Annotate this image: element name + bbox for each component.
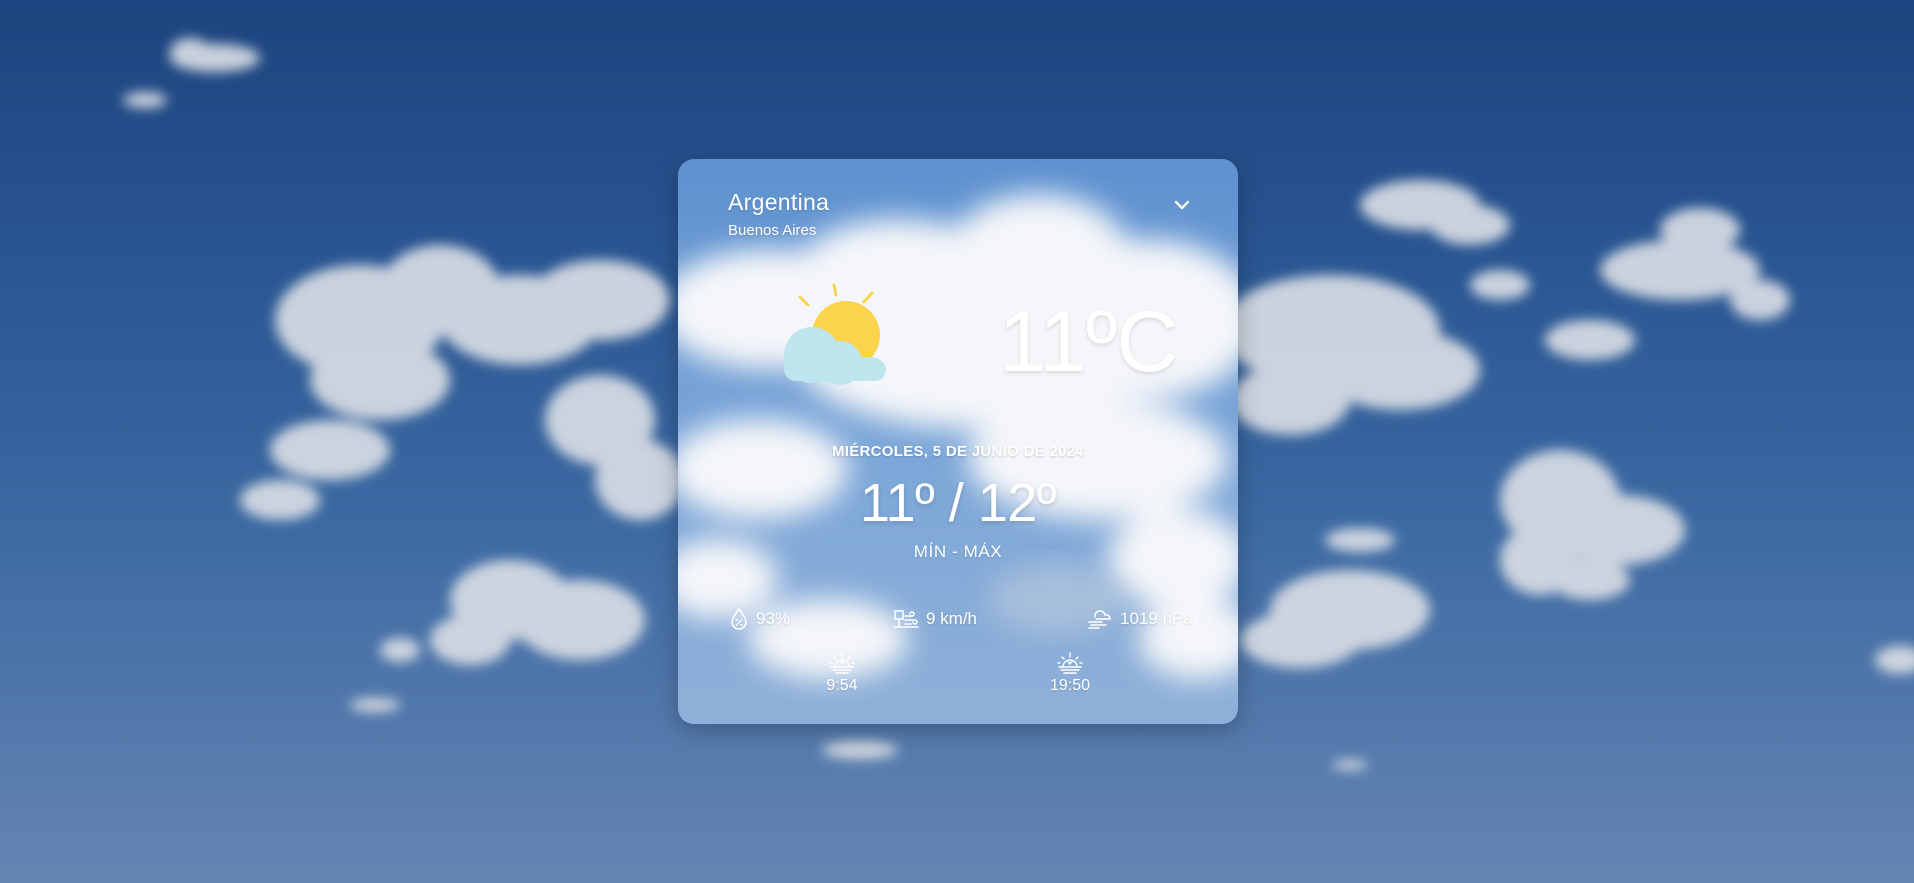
location-dropdown-toggle[interactable]: [1170, 193, 1194, 217]
min-max-label: MÍN - MÁX: [913, 542, 1003, 561]
humidity-drop-icon: [731, 607, 747, 630]
pressure-stat: 1019 hPa: [1086, 605, 1193, 633]
condition-display: [760, 277, 900, 402]
pressure-value: 1019 hPa: [1120, 609, 1193, 628]
country-name: Argentina: [728, 189, 830, 215]
wind-stat: 9 km/h: [892, 605, 977, 633]
sunrise-icon: [829, 652, 855, 674]
chevron-down-icon: [1174, 200, 1190, 210]
sunrise-block: 9:54: [802, 651, 882, 695]
current-date: MIÉRCOLES, 5 DE JUNIO DE 2024: [831, 443, 1085, 460]
partly-cloudy-icon: [784, 283, 886, 385]
sunset-time: 19:50: [1049, 677, 1091, 694]
wind-value: 9 km/h: [926, 609, 978, 628]
min-max-temperature: 11º / 12º: [859, 473, 1057, 533]
sunrise-time: 9:54: [826, 677, 858, 694]
current-temperature: 11ºC: [998, 294, 1179, 390]
pressure-icon: [1088, 610, 1111, 629]
sunset-block: 19:50: [1030, 651, 1110, 695]
city-name: Buenos Aires: [728, 222, 817, 239]
wind-icon: [893, 610, 919, 628]
sunset-icon: [1057, 652, 1083, 674]
weather-card: Argentina Buenos Aires 11ºC MIÉRCOLES, 5…: [678, 159, 1238, 724]
humidity-stat: 93%: [728, 605, 790, 633]
humidity-value: 93%: [756, 609, 791, 628]
